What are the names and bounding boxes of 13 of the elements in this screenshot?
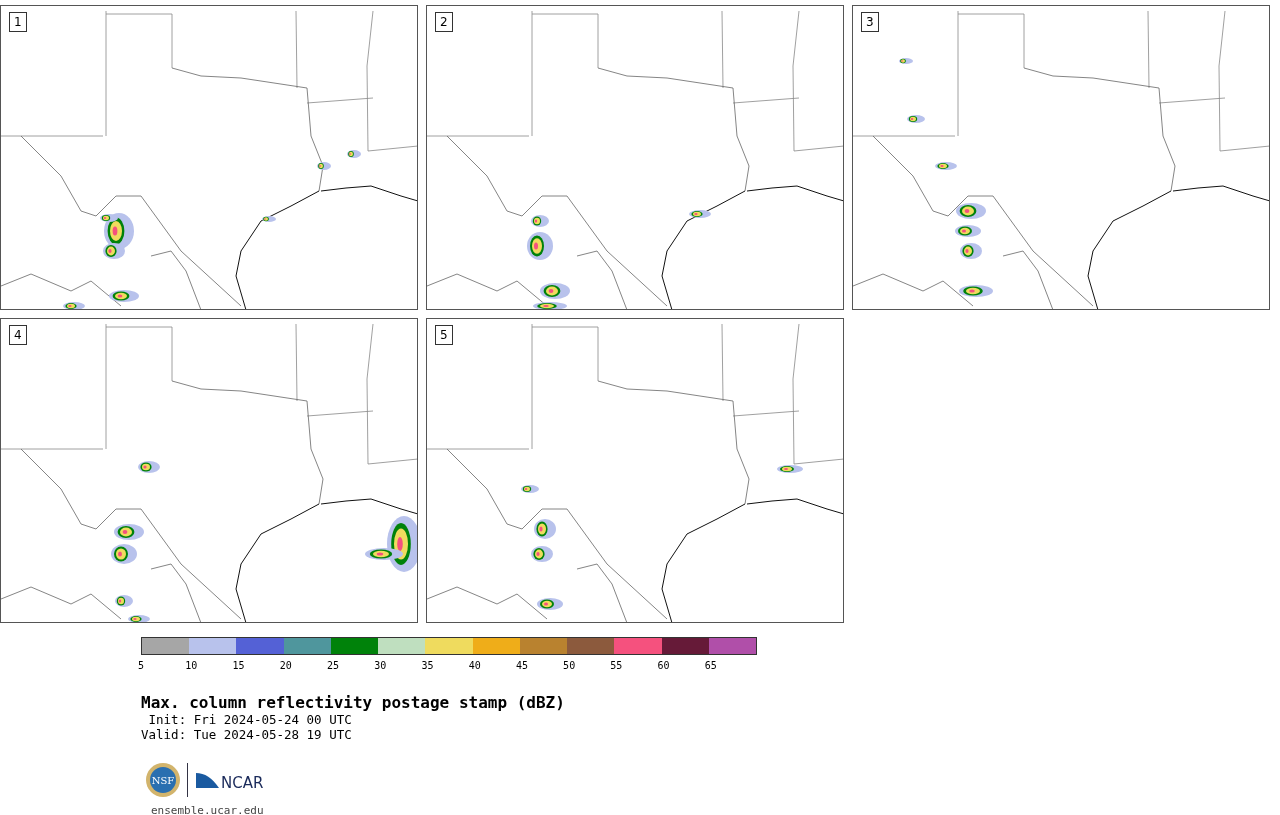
tick-label: 65 <box>704 660 718 671</box>
member-number: 5 <box>435 325 453 345</box>
member-number: 4 <box>9 325 27 345</box>
divider-line-icon <box>187 763 189 797</box>
member-number: 1 <box>9 12 27 32</box>
site-url: ensemble.ucar.edu <box>151 804 265 815</box>
seal-logo: NSF <box>145 762 181 798</box>
member-number: 2 <box>435 12 453 32</box>
ncar-logo: NCAR <box>195 769 269 791</box>
init-time: Init: Fri 2024-05-24 00 UTC <box>147 712 353 727</box>
chart-title: Max. column reflectivity postage stamp (dBZ) <box>141 693 566 712</box>
valid-time: Valid: Tue 2024-05-28 19 UTC <box>141 727 353 742</box>
member-number: 3 <box>861 12 879 32</box>
